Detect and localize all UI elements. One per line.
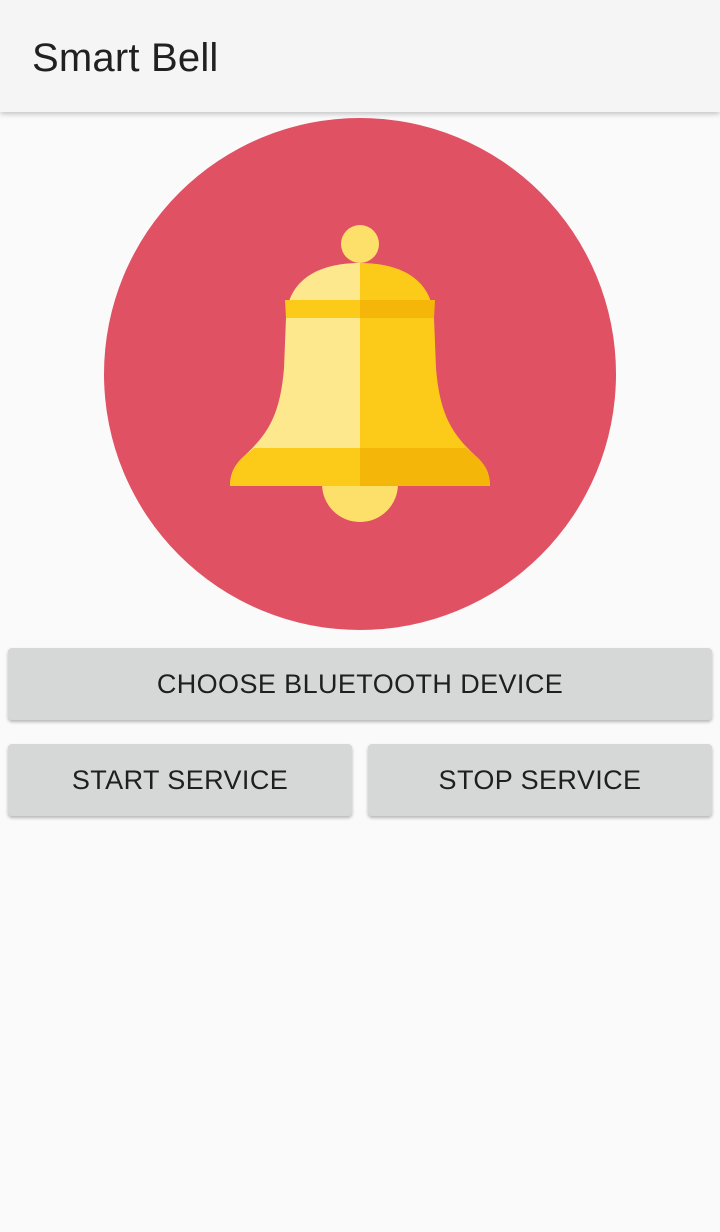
- start-service-button[interactable]: START SERVICE: [8, 744, 352, 816]
- choose-bluetooth-device-button[interactable]: CHOOSE BLUETOOTH DEVICE: [8, 648, 712, 720]
- main-screen: Smart Bell CHOOSE BLUETOOTH DEVICE START…: [0, 0, 720, 1232]
- bell-top-band-left: [285, 300, 360, 318]
- page-title: Smart Bell: [32, 36, 219, 80]
- bell-knob: [341, 225, 379, 263]
- bell-top-band-right: [360, 300, 435, 318]
- bell-bottom-band-right: [360, 448, 490, 486]
- bell-icon: [104, 118, 616, 630]
- app-bar: Smart Bell: [0, 0, 720, 112]
- bell-bottom-band-left: [230, 448, 360, 486]
- stop-service-button[interactable]: STOP SERVICE: [368, 744, 712, 816]
